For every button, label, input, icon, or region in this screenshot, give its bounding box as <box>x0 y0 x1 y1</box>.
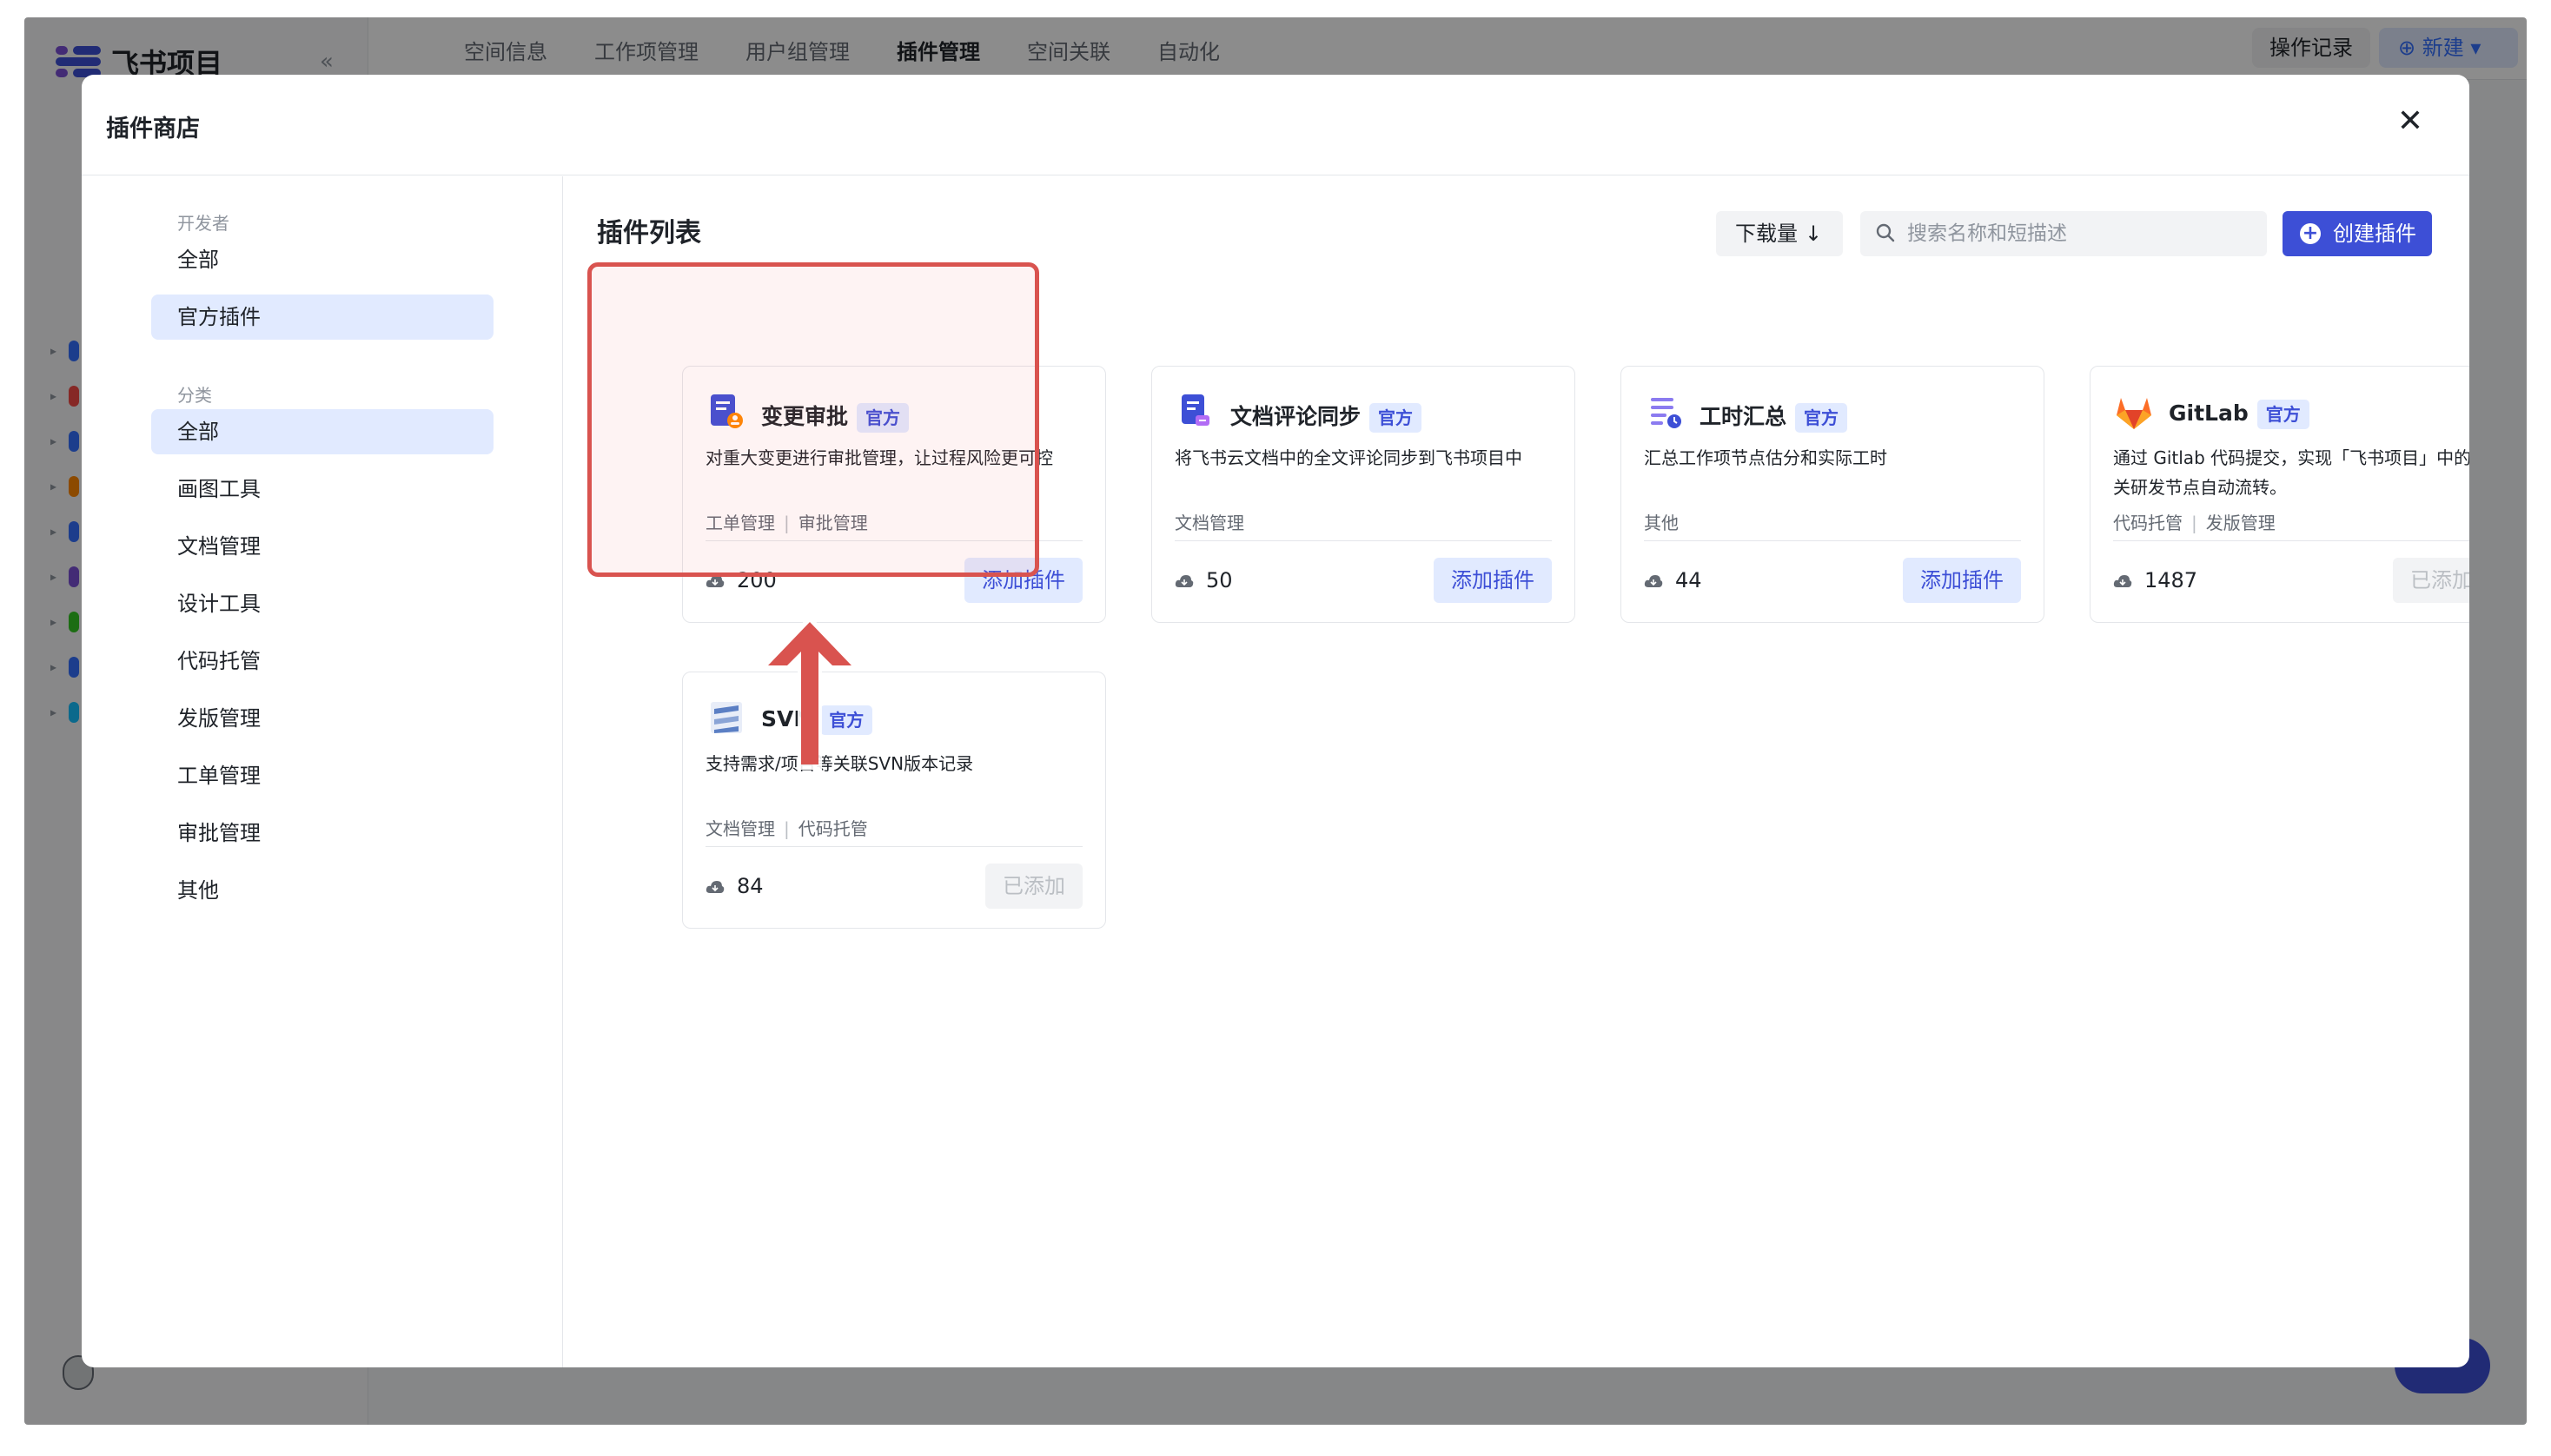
filter-category-ticket[interactable]: 工单管理 <box>151 753 494 798</box>
close-button[interactable]: ✕ <box>2393 104 2428 139</box>
filter-developer-all[interactable]: 全部 <box>151 237 494 282</box>
plugin-tag: 代码托管 <box>2113 513 2183 533</box>
plugin-name-text: GitLab <box>2169 400 2249 426</box>
sort-button[interactable]: 下载量 ↓ <box>1716 211 1843 256</box>
plugin-tag: 文档管理 <box>706 818 775 839</box>
download-cloud-icon <box>706 881 725 893</box>
plugin-description: 通过 Gitlab 代码提交，实现「飞书项目」中的相关研发节点自动流转。 <box>2113 447 2469 498</box>
download-count-value: 50 <box>1206 568 1233 592</box>
plus-icon: + <box>2300 223 2321 244</box>
modal-header: 插件商店 ✕ <box>82 75 2469 175</box>
plugin-name: 文档评论同步 官方 <box>1230 400 1422 433</box>
plugin-tag: 发版管理 <box>2205 513 2276 533</box>
download-cloud-icon <box>2113 575 2132 587</box>
plugin-tag: 代码托管 <box>798 818 868 839</box>
plugin-tags: 代码托管 | 发版管理 <box>2113 513 2276 533</box>
doc-comment-icon <box>1182 394 1209 426</box>
filter-category-code-hosting[interactable]: 代码托管 <box>151 639 494 684</box>
modal-title: 插件商店 <box>106 116 200 142</box>
plugin-tags: 文档管理 <box>1175 509 1244 534</box>
filter-panel: 开发者 全部 官方插件 分类 全部 画图工具 文档管理 设计工具 代码托管 发版… <box>82 176 563 1367</box>
search-box[interactable] <box>1860 211 2267 256</box>
gitlab-icon <box>2117 398 2151 429</box>
plugin-tag: 文档管理 <box>1175 513 1244 533</box>
download-count: 1487 <box>2113 568 2197 592</box>
filter-category-docs[interactable]: 文档管理 <box>151 524 494 569</box>
plugin-name-text: 文档评论同步 <box>1230 404 1362 429</box>
plugin-name: 工时汇总 官方 <box>1700 400 1848 433</box>
download-cloud-icon <box>1175 575 1194 587</box>
download-count: 44 <box>1644 568 1702 592</box>
developer-group-label: 开发者 <box>177 213 229 234</box>
plugin-tag: 其他 <box>1644 513 1679 533</box>
plugin-description: 将飞书云文档中的全文评论同步到飞书项目中 <box>1175 447 1522 468</box>
card-divider <box>706 846 1083 847</box>
work-hours-icon <box>1651 398 1681 428</box>
download-count: 84 <box>706 874 764 898</box>
svn-icon <box>711 702 742 733</box>
added-status-button: 已添加 <box>2393 558 2469 603</box>
card-divider <box>2113 540 2469 541</box>
official-badge: 官方 <box>1795 403 1848 433</box>
download-count-value: 44 <box>1675 568 1702 592</box>
download-count-value: 1487 <box>2144 568 2198 592</box>
create-plugin-label: 创建插件 <box>2333 222 2416 246</box>
plugin-card-svn[interactable]: SVN 官方 支持需求/项目等关联SVN版本记录 文档管理 | 代码托管 84 已添加 <box>682 672 1106 929</box>
filter-category-other[interactable]: 其他 <box>151 868 494 913</box>
up-arrow-icon <box>759 615 860 770</box>
filter-developer-official[interactable]: 官方插件 <box>151 295 494 340</box>
add-plugin-button[interactable]: 添加插件 <box>1434 558 1552 603</box>
plugin-name: GitLab 官方 <box>2169 400 2309 429</box>
official-badge: 官方 <box>1369 403 1422 433</box>
filter-category-all[interactable]: 全部 <box>151 409 494 454</box>
plugin-description: 汇总工作项节点估分和实际工时 <box>1644 447 1887 468</box>
card-divider <box>1644 540 2021 541</box>
plugin-tags: 其他 <box>1644 509 1679 534</box>
card-divider <box>1175 540 1552 541</box>
filter-category-drawing[interactable]: 画图工具 <box>151 467 494 512</box>
plugin-card-gitlab[interactable]: GitLab 官方 通过 Gitlab 代码提交，实现「飞书项目」中的相关研发节点… <box>2090 366 2469 623</box>
download-count-value: 84 <box>737 874 764 898</box>
added-status-button: 已添加 <box>985 864 1083 909</box>
plugin-tags: 文档管理 | 代码托管 <box>706 818 868 839</box>
filter-category-release[interactable]: 发版管理 <box>151 696 494 741</box>
download-cloud-icon <box>1644 575 1663 587</box>
search-icon <box>1876 223 1895 242</box>
plugin-card-doc-comment-sync[interactable]: 文档评论同步 官方 将飞书云文档中的全文评论同步到飞书项目中 文档管理 50 添加… <box>1151 366 1575 623</box>
plugin-card-work-hours-summary[interactable]: 工时汇总 官方 汇总工作项节点估分和实际工时 其他 44 添加插件 <box>1620 366 2044 623</box>
search-input[interactable] <box>1907 211 2255 256</box>
arrow-down-icon: ↓ <box>1805 222 1823 246</box>
filter-category-approval[interactable]: 审批管理 <box>151 811 494 856</box>
official-badge: 官方 <box>2256 400 2309 429</box>
sort-label: 下载量 <box>1735 222 1798 246</box>
plugin-store-modal: 插件商店 ✕ 开发者 全部 官方插件 分类 全部 画图工具 文档管理 设计工具 … <box>82 75 2469 1367</box>
download-count: 50 <box>1175 568 1233 592</box>
highlight-box <box>587 262 1039 577</box>
plugin-name-text: 工时汇总 <box>1700 404 1787 429</box>
add-plugin-button[interactable]: 添加插件 <box>1903 558 2021 603</box>
category-group-label: 分类 <box>177 385 212 406</box>
filter-category-design[interactable]: 设计工具 <box>151 581 494 626</box>
create-plugin-button[interactable]: + 创建插件 <box>2283 211 2432 256</box>
plugin-list-title: 插件列表 <box>597 218 701 248</box>
